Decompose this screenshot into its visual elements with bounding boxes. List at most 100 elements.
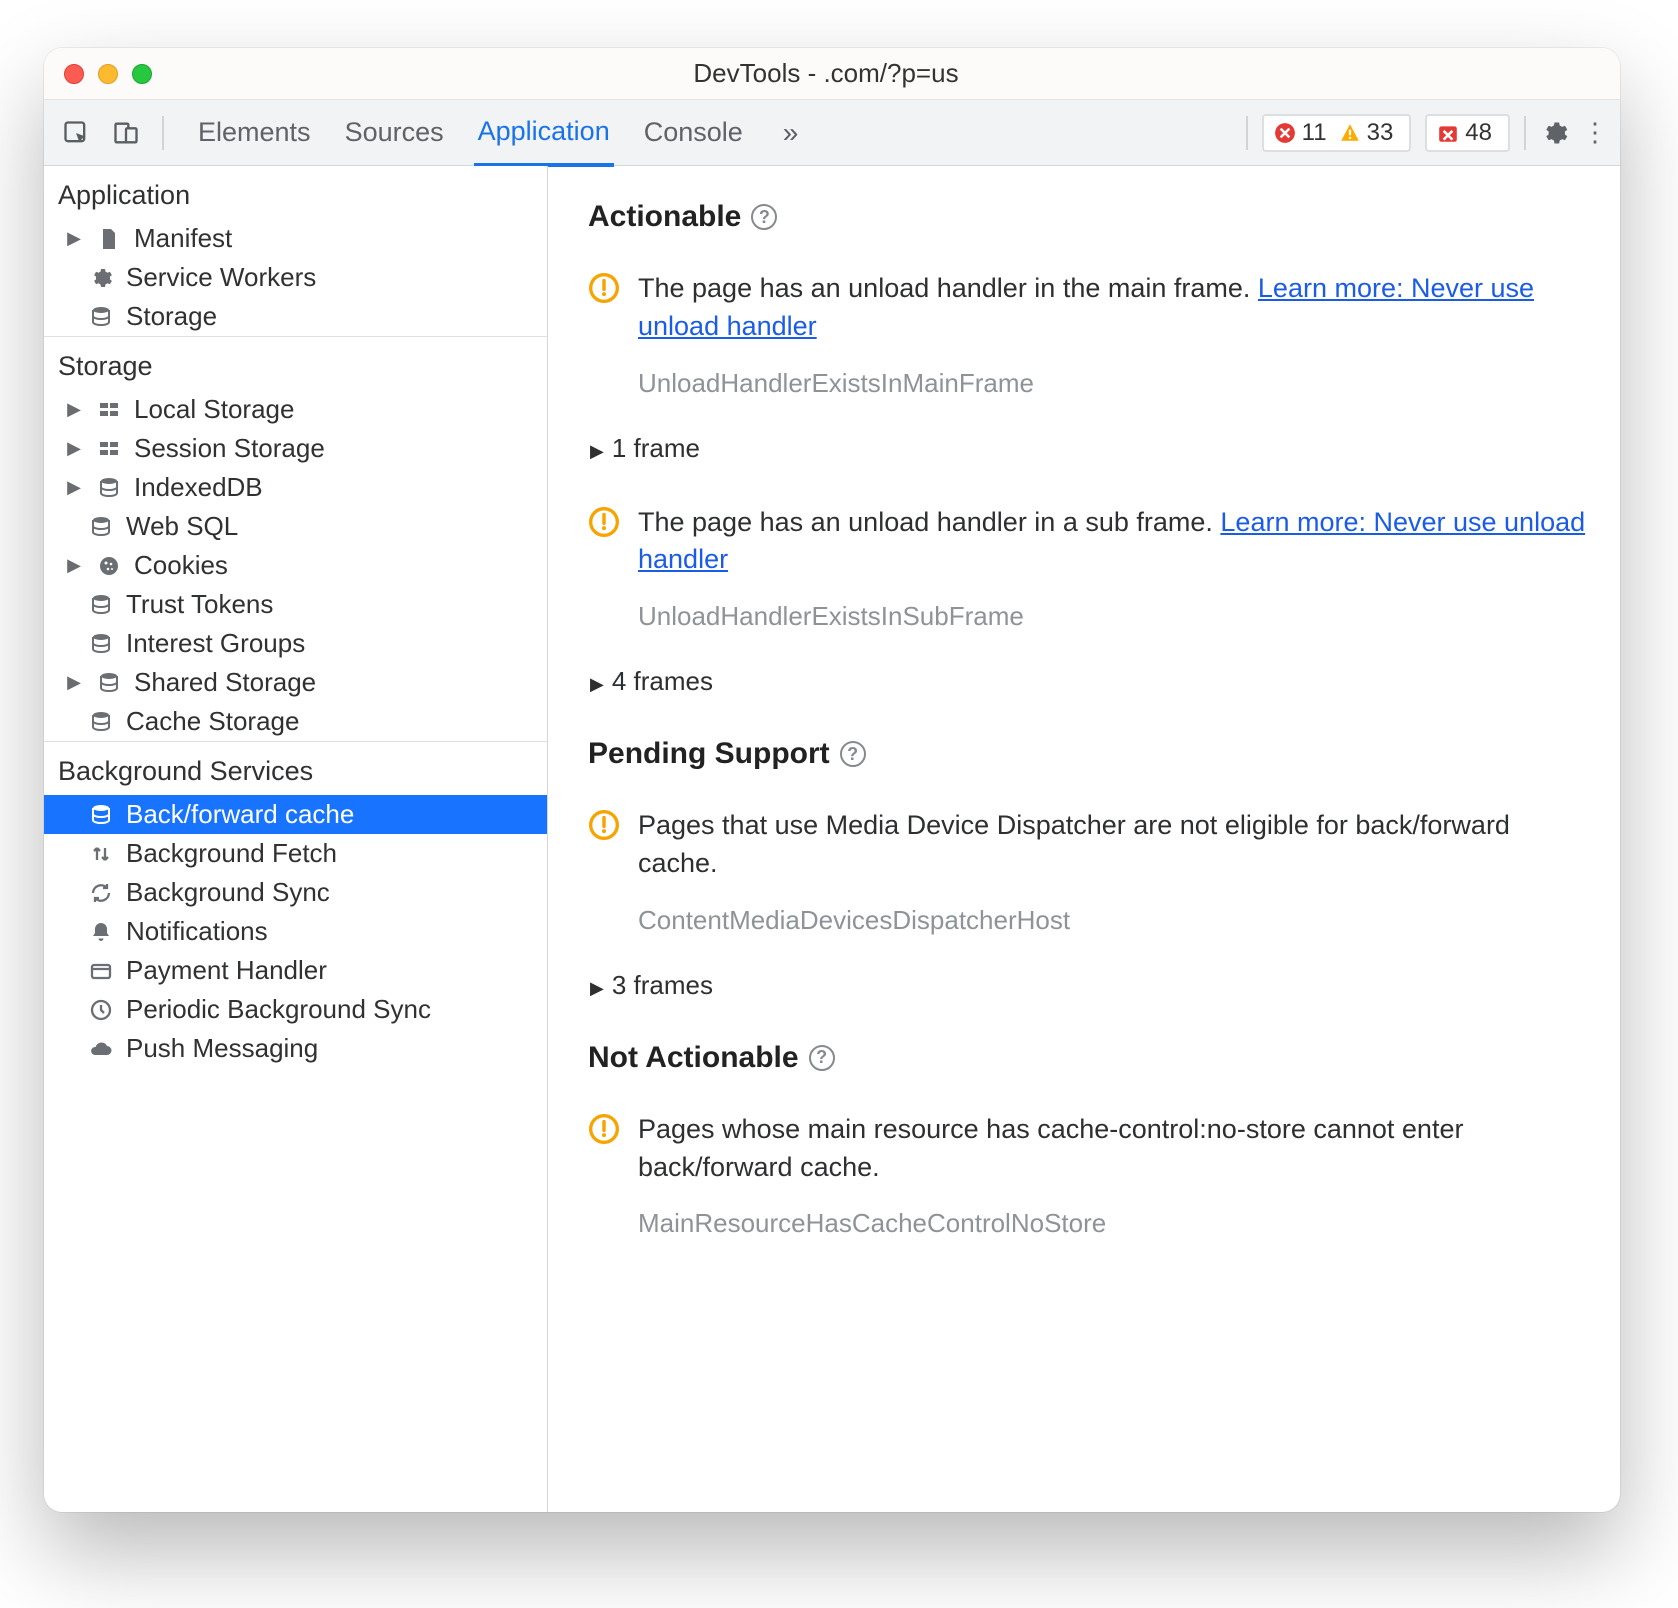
sidebar-item-label: Storage: [126, 301, 547, 332]
sidebar-item-shared-storage[interactable]: ▶Shared Storage: [44, 663, 547, 702]
more-menu-icon[interactable]: ⋮: [1582, 117, 1602, 148]
chevron-right-icon: ▶: [64, 438, 84, 459]
sidebar-item-label: Background Fetch: [126, 838, 547, 869]
db-icon: [88, 803, 114, 827]
section-heading: Not Actionable?: [588, 1041, 1588, 1075]
device-toggle-icon[interactable]: [112, 119, 140, 147]
sidebar-item-background-fetch[interactable]: Background Fetch: [44, 834, 547, 873]
sidebar-item-storage[interactable]: Storage: [44, 297, 547, 336]
cloud-icon: [88, 1037, 114, 1061]
error-warning-badge[interactable]: 11 33: [1262, 114, 1412, 152]
frame-tree-toggle[interactable]: ▶4 frames: [590, 666, 1588, 697]
db-icon: [88, 632, 114, 656]
issue-item: The page has an unload handler in a sub …: [588, 504, 1588, 633]
sidebar-group-title: Background Services: [44, 742, 547, 795]
issue-message: The page has an unload handler in a sub …: [638, 504, 1588, 580]
issue-item: Pages that use Media Device Dispatcher a…: [588, 807, 1588, 936]
warning-icon: [588, 506, 620, 538]
error-count: 11: [1302, 119, 1327, 147]
sidebar-item-label: Manifest: [134, 223, 547, 254]
sidebar-item-label: Session Storage: [134, 433, 547, 464]
sidebar-item-notifications[interactable]: Notifications: [44, 912, 547, 951]
sidebar-item-back-forward-cache[interactable]: Back/forward cache: [44, 795, 547, 834]
chevron-right-icon: ▶: [590, 978, 604, 998]
warning-icon: [588, 809, 620, 841]
sidebar-item-periodic-background-sync[interactable]: Periodic Background Sync: [44, 990, 547, 1029]
sidebar-item-label: Background Sync: [126, 877, 547, 908]
sidebar-item-label: IndexedDB: [134, 472, 547, 503]
chevron-right-icon: ▶: [64, 477, 84, 498]
sidebar-group-title: Application: [44, 166, 547, 219]
settings-icon[interactable]: [1540, 119, 1568, 147]
frame-tree-toggle[interactable]: ▶3 frames: [590, 970, 1588, 1001]
learn-more-link[interactable]: Learn more: Never use unload handler: [638, 273, 1534, 341]
chevron-right-icon: ▶: [64, 399, 84, 420]
sidebar: Application ▶ Manifest Service Workers Stora…: [44, 166, 548, 1512]
chevron-right-icon: ▶: [64, 672, 84, 693]
warning-count: 33: [1367, 119, 1394, 147]
issues-badge[interactable]: 48: [1425, 114, 1510, 152]
grid-icon: [96, 437, 122, 461]
db-icon: [88, 710, 114, 734]
traffic-zoom[interactable]: [132, 64, 152, 84]
sidebar-item-service-workers[interactable]: Service Workers: [44, 258, 547, 297]
traffic-minimize[interactable]: [98, 64, 118, 84]
help-icon[interactable]: ?: [840, 741, 866, 767]
sidebar-item-label: Back/forward cache: [126, 799, 547, 830]
issue-message: Pages whose main resource has cache-cont…: [638, 1111, 1588, 1187]
tab-sources[interactable]: Sources: [341, 101, 448, 164]
sidebar-item-cache-storage[interactable]: Cache Storage: [44, 702, 547, 741]
tab-application[interactable]: Application: [474, 100, 614, 167]
sidebar-item-web-sql[interactable]: Web SQL: [44, 507, 547, 546]
window: DevTools - .com/?p=us Elements Sources A…: [44, 48, 1620, 1512]
help-icon[interactable]: ?: [751, 204, 777, 230]
tab-console[interactable]: Console: [640, 101, 747, 164]
help-icon[interactable]: ?: [809, 1045, 835, 1071]
warning-icon: [588, 1113, 620, 1145]
frame-tree-toggle[interactable]: ▶1 frame: [590, 433, 1588, 464]
section-heading: Pending Support?: [588, 737, 1588, 771]
sidebar-item-label: Periodic Background Sync: [126, 994, 547, 1025]
db-icon: [96, 671, 122, 695]
sidebar-item-cookies[interactable]: ▶Cookies: [44, 546, 547, 585]
separator: [162, 116, 164, 150]
sidebar-item-label: Interest Groups: [126, 628, 547, 659]
window-title: DevTools - .com/?p=us: [152, 58, 1500, 89]
more-tabs-icon[interactable]: »: [783, 117, 799, 149]
warning-icon: [588, 272, 620, 304]
issue-message: The page has an unload handler in the ma…: [638, 270, 1588, 346]
sidebar-item-manifest[interactable]: ▶ Manifest: [44, 219, 547, 258]
issue-code: MainResourceHasCacheControlNoStore: [638, 1208, 1588, 1239]
section-title: Pending Support: [588, 737, 830, 771]
sidebar-item-label: Service Workers: [126, 262, 547, 293]
sidebar-item-label: Notifications: [126, 916, 547, 947]
db-icon: [88, 515, 114, 539]
sidebar-item-label: Trust Tokens: [126, 589, 547, 620]
file-icon: [96, 227, 122, 251]
sidebar-item-trust-tokens[interactable]: Trust Tokens: [44, 585, 547, 624]
chevron-right-icon: ▶: [590, 674, 604, 694]
inspect-icon[interactable]: [62, 119, 90, 147]
sidebar-item-interest-groups[interactable]: Interest Groups: [44, 624, 547, 663]
sidebar-item-label: Payment Handler: [126, 955, 547, 986]
learn-more-link[interactable]: Learn more: Never use unload handler: [638, 507, 1585, 575]
separator: [1246, 116, 1248, 150]
issue-code: UnloadHandlerExistsInMainFrame: [638, 368, 1588, 399]
section-heading: Actionable?: [588, 200, 1588, 234]
traffic-close[interactable]: [64, 64, 84, 84]
content-panel: Actionable? The page has an unload handle…: [548, 166, 1620, 1512]
issue-count: 48: [1465, 119, 1492, 147]
sidebar-item-local-storage[interactable]: ▶Local Storage: [44, 390, 547, 429]
chevron-right-icon: ▶: [590, 441, 604, 461]
sidebar-item-background-sync[interactable]: Background Sync: [44, 873, 547, 912]
issue-code: ContentMediaDevicesDispatcherHost: [638, 905, 1588, 936]
tab-elements[interactable]: Elements: [194, 101, 315, 164]
chevron-right-icon: ▶: [64, 228, 84, 249]
sidebar-item-label: Cookies: [134, 550, 547, 581]
sidebar-item-push-messaging[interactable]: Push Messaging: [44, 1029, 547, 1068]
sidebar-item-indexeddb[interactable]: ▶ IndexedDB: [44, 468, 547, 507]
sidebar-item-payment-handler[interactable]: Payment Handler: [44, 951, 547, 990]
devtools-toolbar: Elements Sources Application Console » 1…: [44, 100, 1620, 166]
sidebar-item-session-storage[interactable]: ▶ Session Storage: [44, 429, 547, 468]
sidebar-item-label: Web SQL: [126, 511, 547, 542]
